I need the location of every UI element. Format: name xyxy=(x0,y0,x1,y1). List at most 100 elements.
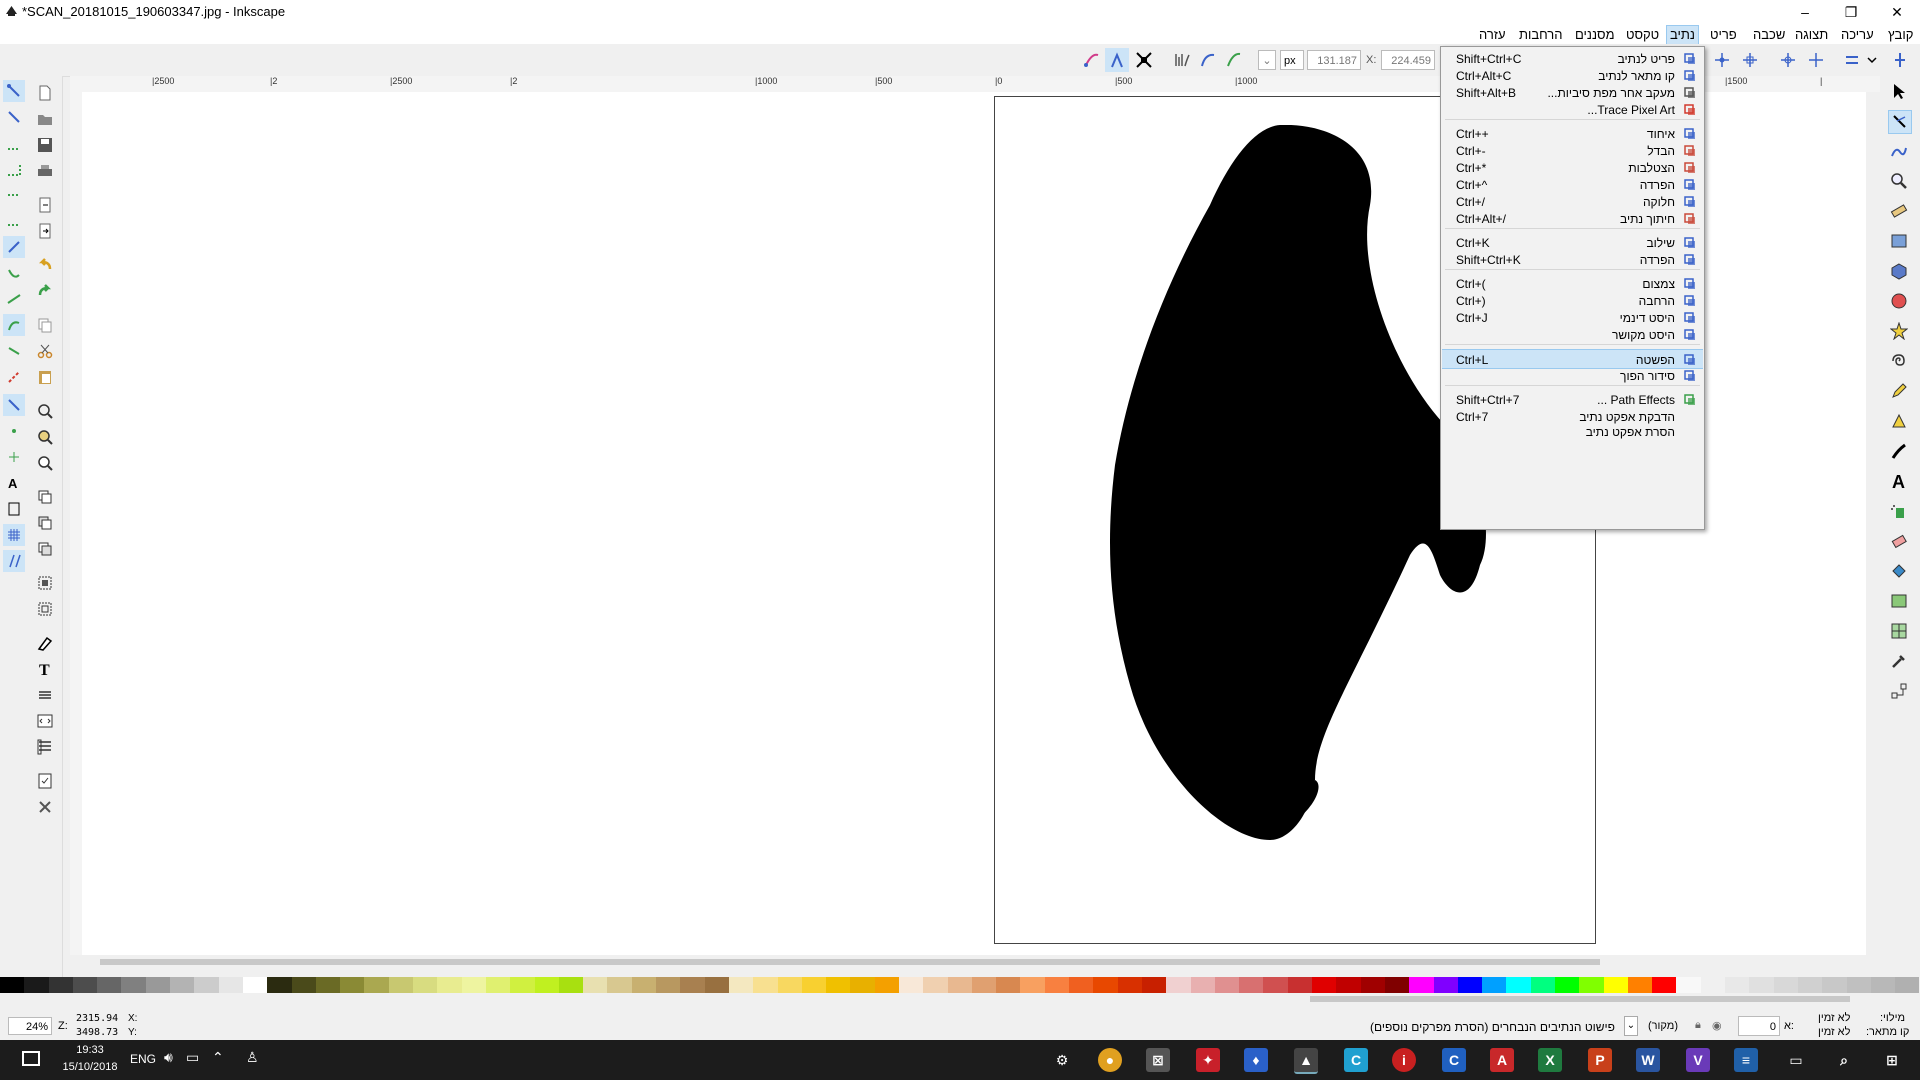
settings-icon[interactable]: ⚙ xyxy=(1050,1048,1074,1072)
windows-start-icon[interactable]: ⊞ xyxy=(1880,1048,1904,1072)
unit-dropdown-arrow[interactable]: ⌄ xyxy=(1258,50,1276,70)
inkscape-taskbar-icon[interactable]: ▲ xyxy=(1294,1048,1318,1074)
pencil-tool-icon[interactable] xyxy=(1888,380,1910,402)
visual-studio-icon[interactable]: V xyxy=(1686,1048,1710,1072)
color-swatch[interactable] xyxy=(267,977,292,993)
palette-scroll-thumb[interactable] xyxy=(1310,996,1850,1002)
path-menu-item[interactable]: Shift+Ctrl+K הפרדה xyxy=(1442,250,1703,270)
unlink-clone-icon[interactable] xyxy=(34,538,56,560)
preferences-icon[interactable] xyxy=(34,796,56,818)
color-swatch[interactable] xyxy=(194,977,219,993)
path-menu-item[interactable]: הסרת אפקט נתיב xyxy=(1442,422,1703,442)
color-swatch[interactable] xyxy=(631,977,657,993)
snap-midpoint-icon[interactable] xyxy=(1804,48,1828,72)
color-swatch[interactable] xyxy=(1700,977,1726,993)
snap-cusp-nodes-icon[interactable] xyxy=(3,314,25,336)
mesh-tool-icon[interactable] xyxy=(1888,620,1910,642)
menu-help[interactable]: עזרה xyxy=(1476,26,1509,44)
connector-tool-icon[interactable] xyxy=(1888,680,1910,702)
duplicate-icon[interactable] xyxy=(34,486,56,508)
network-icon[interactable]: ▭ xyxy=(186,1049,199,1066)
color-swatch[interactable] xyxy=(1652,977,1677,993)
lock-icon[interactable]: 🔒︎ xyxy=(1695,1019,1701,1032)
node-tool-icon[interactable] xyxy=(1888,110,1912,134)
cut-icon[interactable] xyxy=(34,340,56,362)
restore-button[interactable]: ❐ xyxy=(1828,0,1874,24)
color-swatch[interactable] xyxy=(437,977,462,993)
color-swatch[interactable] xyxy=(1384,977,1410,993)
color-swatch[interactable] xyxy=(340,977,365,993)
snap-enable-icon[interactable] xyxy=(3,80,25,102)
snap-bbox-center-icon[interactable] xyxy=(3,210,25,232)
path-menu-item[interactable]: Trace Pixel Art... xyxy=(1442,100,1703,120)
app-stack-icon[interactable]: ≡ xyxy=(1734,1048,1758,1072)
rectangle-tool-icon[interactable] xyxy=(1888,230,1910,252)
eraser-tool-icon[interactable] xyxy=(1888,530,1910,552)
path-menu-item[interactable]: Ctrl+Alt+/ חיתוך נתיב xyxy=(1442,209,1703,229)
color-swatch[interactable] xyxy=(1725,977,1750,993)
snap-smooth-nodes-icon[interactable] xyxy=(3,340,25,362)
color-swatch[interactable] xyxy=(170,977,195,993)
unit-field[interactable]: px xyxy=(1280,50,1304,70)
chevron-down-icon[interactable] xyxy=(1860,48,1884,72)
snap-nodes-icon[interactable] xyxy=(1710,48,1734,72)
menu-object[interactable]: פריט xyxy=(1707,26,1740,44)
zoom-selection-icon[interactable] xyxy=(34,400,56,422)
tweak-tool-icon[interactable] xyxy=(1888,140,1910,162)
color-swatch[interactable] xyxy=(1579,977,1604,993)
app-icon[interactable]: ⊠ xyxy=(1146,1048,1170,1072)
expand-handles-icon[interactable] xyxy=(1132,48,1156,72)
color-swatch[interactable] xyxy=(753,977,778,993)
color-swatch[interactable] xyxy=(1287,977,1313,993)
color-swatch[interactable] xyxy=(1433,977,1458,993)
chrome-icon[interactable]: ● xyxy=(1098,1048,1122,1072)
color-swatch[interactable] xyxy=(291,977,316,993)
color-swatch[interactable] xyxy=(996,977,1021,993)
color-swatch[interactable] xyxy=(0,977,25,993)
shield-icon[interactable]: ♦ xyxy=(1244,1048,1268,1072)
scroll-thumb[interactable] xyxy=(100,959,1600,965)
color-swatch[interactable] xyxy=(24,977,49,993)
zoom-tool-icon[interactable] xyxy=(1888,170,1910,192)
ccleaner-icon[interactable]: C xyxy=(1344,1048,1368,1072)
ellipse-tool-icon[interactable] xyxy=(1888,290,1910,312)
color-swatch[interactable] xyxy=(874,977,899,993)
layer-name[interactable]: (מקור) xyxy=(1648,1020,1678,1032)
print-icon[interactable] xyxy=(34,160,56,182)
color-swatch[interactable] xyxy=(947,977,972,993)
color-swatch[interactable] xyxy=(1555,977,1580,993)
import-icon[interactable] xyxy=(34,194,56,216)
color-swatch[interactable] xyxy=(1141,977,1167,993)
menu-layer[interactable]: שכבה xyxy=(1750,26,1788,44)
spiral-tool-icon[interactable] xyxy=(1888,350,1910,372)
color-swatch[interactable] xyxy=(485,977,511,993)
3d-box-tool-icon[interactable] xyxy=(1888,260,1910,282)
color-swatch[interactable] xyxy=(801,977,827,993)
layers-icon[interactable] xyxy=(34,684,56,706)
color-swatch[interactable] xyxy=(1797,977,1823,993)
eye-icon[interactable]: ◉ xyxy=(1712,1019,1722,1032)
snap-intersections-icon[interactable] xyxy=(3,288,25,310)
color-swatch[interactable] xyxy=(704,977,729,993)
clock-date[interactable]: 15/10/2018 xyxy=(58,1061,122,1073)
x-field[interactable]: 131.187 xyxy=(1307,50,1361,70)
snap-bbox-edge-icon[interactable] xyxy=(3,132,25,154)
snap-toggle-icon[interactable] xyxy=(1888,48,1912,72)
chevron-up-icon[interactable]: ⌃ xyxy=(212,1049,224,1066)
show-bezier-handles-icon[interactable] xyxy=(1196,48,1220,72)
color-swatch[interactable] xyxy=(242,977,268,993)
color-swatch[interactable] xyxy=(97,977,122,993)
path-outline-icon[interactable] xyxy=(1170,48,1194,72)
color-swatch[interactable] xyxy=(145,977,171,993)
path-menu-item[interactable]: סידור הפוך xyxy=(1442,366,1703,386)
text-tool-icon[interactable]: A xyxy=(1888,470,1910,492)
color-swatch[interactable] xyxy=(1895,977,1920,993)
color-swatch[interactable] xyxy=(461,977,486,993)
snap-bbox-icon[interactable] xyxy=(3,106,25,128)
color-swatch[interactable] xyxy=(1773,977,1798,993)
open-icon[interactable] xyxy=(34,108,56,130)
objects-icon[interactable] xyxy=(34,736,56,758)
info-app-icon[interactable]: i xyxy=(1392,1048,1416,1072)
snap-rotation-center-icon[interactable] xyxy=(3,446,25,468)
color-swatch[interactable] xyxy=(971,977,997,993)
